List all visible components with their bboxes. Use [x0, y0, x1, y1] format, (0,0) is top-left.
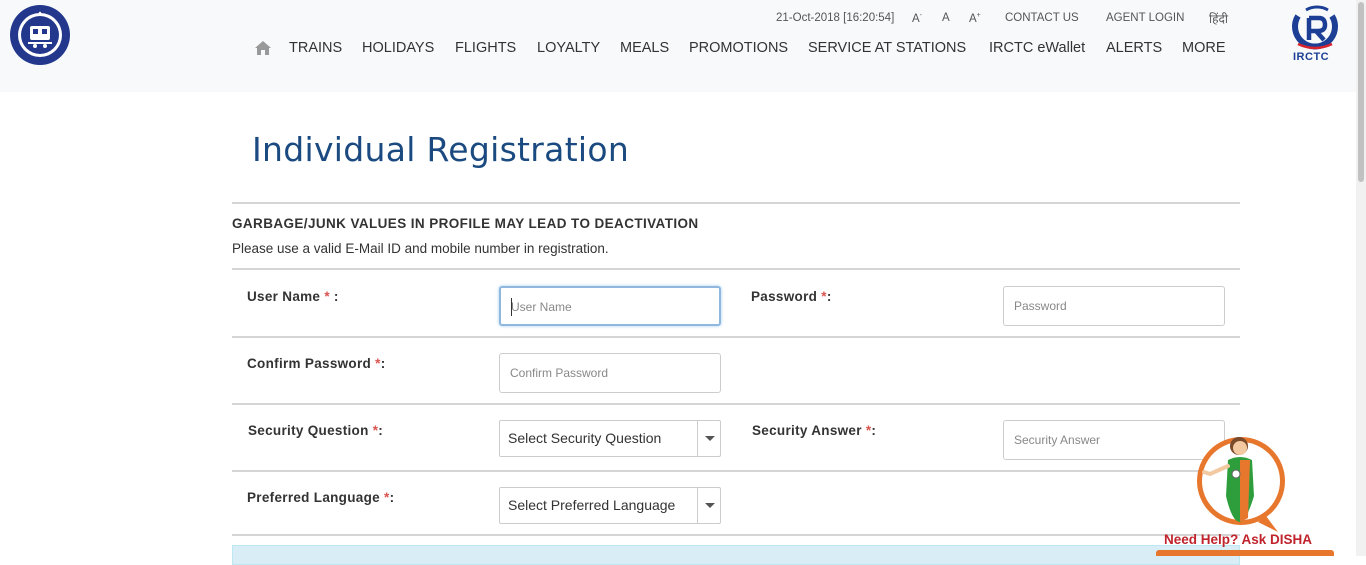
nav-item-alerts[interactable]: ALERTS	[1106, 40, 1162, 56]
irctc-logo[interactable]: IRCTC	[1286, 4, 1344, 68]
agent-login-link[interactable]: AGENT LOGIN	[1106, 12, 1184, 24]
nav-item-trains[interactable]: TRAINS	[289, 40, 342, 56]
dropdown-toggle[interactable]	[697, 421, 720, 456]
chevron-down-icon	[705, 436, 715, 441]
nav-item-more[interactable]: MORE	[1182, 40, 1226, 56]
irctc-brand-text: IRCTC	[1293, 51, 1330, 63]
hindi-language-link[interactable]: हिंदी	[1209, 10, 1228, 27]
disha-help-widget[interactable]: Need Help? Ask DISHA	[1154, 426, 1336, 556]
need-help-text[interactable]: Need Help? Ask DISHA	[1164, 532, 1312, 547]
warning-subtitle: Please use a valid E-Mail ID and mobile …	[232, 241, 609, 256]
nav-item-irctc-ewallet[interactable]: IRCTC eWallet	[989, 40, 1085, 56]
font-size-normal-button[interactable]: A	[942, 12, 950, 24]
username-label: User Name * :	[247, 289, 339, 304]
divider	[232, 336, 1240, 338]
datetime-text: 21-Oct-2018 [16:20:54]	[776, 12, 895, 24]
page-title: Individual Registration	[252, 130, 630, 169]
preferred-language-label: Preferred Language *:	[247, 490, 395, 505]
security-answer-label: Security Answer *:	[752, 423, 877, 438]
preferred-language-select[interactable]: Select Preferred Language	[499, 487, 721, 524]
scrollbar-thumb[interactable]	[1358, 2, 1364, 182]
divider	[232, 534, 1240, 536]
password-label: Password *:	[751, 289, 832, 304]
page-scrollbar[interactable]	[1356, 0, 1366, 556]
disha-bottom-banner	[1156, 550, 1334, 556]
font-size-large-button[interactable]: A+	[969, 12, 981, 25]
divider	[232, 403, 1240, 405]
nav-item-service-at-stations[interactable]: SERVICE AT STATIONS	[808, 40, 966, 56]
username-input[interactable]: User Name	[499, 286, 721, 326]
text-caret	[511, 298, 512, 316]
nav-item-promotions[interactable]: PROMOTIONS	[689, 40, 788, 56]
disha-avatar-icon	[1197, 437, 1285, 532]
divider	[232, 470, 1240, 472]
nav-item-flights[interactable]: FLIGHTS	[455, 40, 516, 56]
confirm-password-input[interactable]: Confirm Password	[499, 353, 721, 393]
nav-item-loyalty[interactable]: LOYALTY	[537, 40, 600, 56]
nav-item-meals[interactable]: MEALS	[620, 40, 669, 56]
confirm-password-label: Confirm Password *:	[247, 356, 386, 371]
indian-railways-logo[interactable]	[9, 4, 71, 66]
nav-item-holidays[interactable]: HOLIDAYS	[362, 40, 434, 56]
security-question-select[interactable]: Select Security Question	[499, 420, 721, 457]
info-alert-bar	[232, 545, 1240, 565]
divider	[232, 202, 1240, 204]
divider	[232, 268, 1240, 270]
password-input[interactable]: Password	[1003, 286, 1225, 326]
site-header: 21-Oct-2018 [16:20:54] A- A A+ CONTACT U…	[0, 0, 1356, 92]
chevron-down-icon	[705, 503, 715, 508]
irctc-emblem-icon	[1292, 5, 1338, 50]
home-icon[interactable]	[255, 41, 271, 55]
security-question-label: Security Question *:	[248, 423, 384, 438]
contact-us-link[interactable]: CONTACT US	[1005, 12, 1079, 24]
dropdown-toggle[interactable]	[697, 488, 720, 523]
font-size-small-button[interactable]: A-	[912, 12, 922, 25]
warning-title: GARBAGE/JUNK VALUES IN PROFILE MAY LEAD …	[232, 216, 699, 231]
